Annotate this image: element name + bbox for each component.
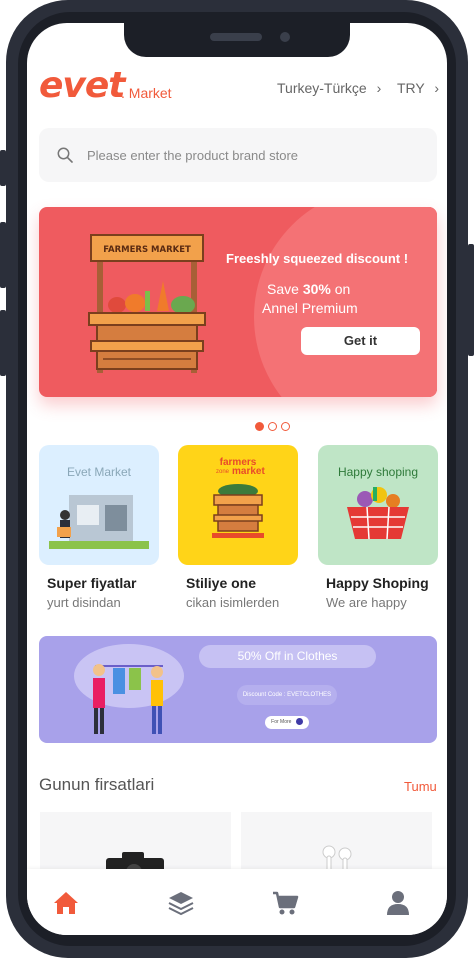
see-all-link[interactable]: Tumu (404, 779, 437, 794)
promo-headline: 50% Off in Clothes (199, 645, 376, 668)
category-tile-label-mid: zone (216, 469, 230, 475)
locale-label: Turkey-Türkçe (277, 80, 367, 96)
category-image: farmers zone market (178, 445, 298, 565)
for-more-label: For More (271, 719, 292, 725)
banner-discount-text: Save 30% on (267, 281, 350, 297)
category-subtitle: cikan isimlerden (186, 595, 280, 610)
crate-illustration (212, 484, 264, 538)
category-card-super-fiyatlar[interactable]: Evet Market Super fiyatlar yurt disindan (39, 445, 159, 610)
carousel-dot-1[interactable] (255, 422, 264, 431)
discount-code[interactable]: Discount Code : EVETCLOTHES (237, 685, 337, 705)
mute-switch (0, 150, 6, 186)
volume-down-button (0, 310, 6, 376)
banner-product-text: Annel Premium (262, 300, 358, 316)
market-sign-text: FARMERS MARKET (103, 245, 191, 255)
category-card-stiliye-one[interactable]: farmers zone market Stiliye one cikan is… (178, 445, 298, 610)
category-tile-label: Happy shoping (337, 465, 419, 479)
category-title: Stiliye one (186, 575, 257, 591)
shopping-basket-illustration (347, 487, 409, 540)
category-image: Evet Market (39, 445, 159, 565)
category-subtitle: yurt disindan (47, 595, 121, 610)
app-screen: evet . Market Turkey-Türkçe › TRY › Plea… (27, 23, 447, 935)
promo-banner[interactable]: FARMERS MARKET Freeshly squeezed discoun… (39, 207, 437, 397)
chevron-right-icon: › (376, 80, 382, 96)
user-icon[interactable] (384, 889, 412, 917)
category-image: Happy shoping (318, 445, 438, 565)
locale-selector[interactable]: Turkey-Türkçe › (277, 80, 381, 96)
banner-save-suffix: on (330, 281, 351, 297)
bottom-tab-bar (27, 869, 447, 935)
banner-title: Freeshly squeezed discount ! (226, 251, 409, 266)
notch (124, 23, 350, 57)
category-tile-label-bottom: market (232, 466, 265, 477)
carousel-dot-2[interactable] (268, 422, 277, 431)
carousel-indicator (255, 418, 294, 436)
clothes-shop-illustration (74, 644, 184, 734)
speaker (210, 33, 262, 41)
volume-up-button (0, 222, 6, 288)
for-more-button[interactable]: For More (265, 716, 309, 729)
front-camera (280, 32, 290, 42)
banner-percent: 30% (302, 281, 331, 297)
category-subtitle: We are happy (326, 595, 407, 610)
evet-logo[interactable]: evet (39, 65, 126, 106)
chevron-right-icon: › (434, 80, 440, 96)
power-button (468, 244, 474, 356)
category-title: Super fiyatlar (47, 575, 137, 591)
currency-selector[interactable]: TRY › (397, 80, 439, 96)
home-icon[interactable] (52, 889, 80, 917)
search-input[interactable]: Please enter the product brand store (39, 128, 437, 182)
category-tile-label: Evet Market (66, 465, 132, 479)
logo-subtitle: . Market (121, 85, 172, 101)
banner-save-prefix: Save (267, 281, 303, 297)
category-title: Happy Shoping (326, 575, 429, 591)
section-title: Gunun firsatlari (39, 775, 155, 794)
search-icon (57, 147, 73, 163)
clothes-promo-banner[interactable]: 50% Off in Clothes Discount Code : EVETC… (39, 636, 437, 743)
arrow-right-icon (295, 718, 303, 726)
market-stall-illustration: FARMERS MARKET (88, 234, 206, 373)
get-it-button[interactable]: Get it (301, 327, 420, 355)
app-header: evet . Market Turkey-Türkçe › TRY › (27, 65, 447, 115)
search-placeholder: Please enter the product brand store (87, 148, 299, 163)
cart-icon[interactable] (271, 889, 299, 917)
category-card-happy-shoping[interactable]: Happy shoping Happy Shoping We are happy (318, 445, 438, 610)
currency-label: TRY (397, 80, 425, 96)
layers-icon[interactable] (167, 889, 195, 917)
storefront-illustration (49, 495, 149, 549)
carousel-dot-3[interactable] (281, 422, 290, 431)
